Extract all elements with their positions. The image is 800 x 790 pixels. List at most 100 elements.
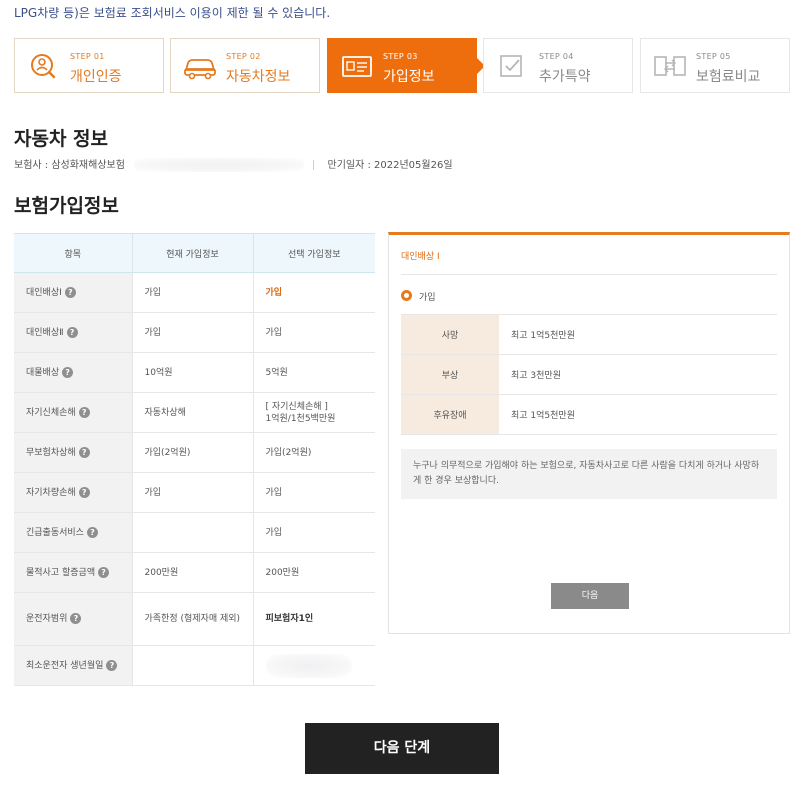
row-current: 200만원 [131,552,253,593]
table-row[interactable]: 자기신체손해? 자동차상해 [ 자기신체손해 ] 1억원/1천5백만원 [14,392,375,433]
detail-limits-table: 사망 최고 1억5천만원 부상 최고 3천만원 후유장애 최고 1억5천만원 [401,314,777,435]
join-radio[interactable] [401,290,412,301]
insurer-text: 보험사 : 삼성화재해상보험 [14,160,125,171]
step-1: STEP 01 개인인증 [14,38,164,93]
limit-value: 최고 1억5천만원 [499,314,777,355]
step-number: STEP 05 [696,52,731,61]
table-row: 후유장애 최고 1억5천만원 [401,394,777,435]
coverage-header-row: 항목 현재 가입정보 선택 가입정보 [14,233,375,273]
help-icon[interactable]: ? [62,366,74,378]
detail-next-button[interactable]: 다음 [551,583,629,609]
row-current: 자동차상해 [131,392,253,433]
table-row[interactable]: 최소운전자 생년월일? [14,645,375,686]
table-row: 부상 최고 3천만원 [401,354,777,395]
table-row[interactable]: 대인배상Ⅱ? 가입 가입 [14,312,375,353]
row-selected[interactable]: 가입 [252,512,375,553]
help-icon[interactable]: ? [98,566,110,578]
help-icon[interactable]: ? [86,526,98,538]
table-row[interactable]: 무보험차상해? 가입(2억원) 가입(2억원) [14,432,375,473]
step-number: STEP 01 [70,52,105,61]
row-selected[interactable]: 가입 [252,312,375,353]
limit-key: 사망 [401,314,499,355]
limit-value: 최고 1억5천만원 [499,394,777,435]
row-item: 최소운전자 생년월일? [14,645,132,686]
row-item: 자기차량손해? [14,472,132,513]
step-number: STEP 03 [383,52,418,61]
step-label: 보험료비교 [696,69,761,85]
expiry-text: 만기일자 : 2022년05월26일 [327,160,453,171]
row-selected[interactable]: 가입(2억원) [252,432,375,473]
service-notice: LPG차량 등)은 보험료 조회서비스 이용이 제한 될 수 있습니다. [14,6,331,20]
id-card-icon [342,56,372,77]
table-row[interactable]: 대물배상? 10억원 5억원 [14,352,375,393]
row-item: 운전자범위? [14,592,132,646]
row-item: 자기신체손해? [14,392,132,433]
header-current: 현재 가입정보 [131,233,253,273]
step-number: STEP 04 [539,52,574,61]
step-4: STEP 04 추가특약 [483,38,633,93]
join-radio-label[interactable]: 가입 [419,290,436,303]
row-current [131,512,253,553]
step-number: STEP 02 [226,52,261,61]
help-icon[interactable]: ? [106,659,118,671]
row-selected[interactable]: [ 자기신체손해 ] 1억원/1천5백만원 [252,392,375,433]
row-item: 대물배상? [14,352,132,393]
row-selected[interactable]: 가입 [252,472,375,513]
row-current: 10억원 [131,352,253,393]
table-row[interactable]: 대인배상Ⅰ? 가입 가입 [14,272,375,313]
row-current [131,645,253,686]
car-info-title: 자동차 정보 [14,128,109,150]
compare-icon [654,56,686,76]
header-selected: 선택 가입정보 [252,233,375,273]
step-label: 추가특약 [539,69,591,85]
step-5: STEP 05 보험료비교 [640,38,790,93]
help-icon[interactable]: ? [78,446,90,458]
row-item: 대인배상Ⅱ? [14,312,132,353]
next-step-button[interactable]: 다음 단계 [305,723,499,774]
step-3: STEP 03 가입정보 [327,38,485,93]
step-label: 가입정보 [383,69,435,85]
coverage-table: 항목 현재 가입정보 선택 가입정보 대인배상Ⅰ? 가입 가입 대인배상Ⅱ? 가… [14,233,375,686]
coverage-title: 보험가입정보 [14,195,119,217]
row-current: 가입(2억원) [131,432,253,473]
row-current: 가입 [131,312,253,353]
row-item: 무보험차상해? [14,432,132,473]
step-progress: STEP 01 개인인증 STEP 02 자동차정보 STEP 03 가입정보 … [14,38,790,93]
row-selected[interactable]: 피보험자1인 [252,592,375,646]
table-row[interactable]: 자기차량손해? 가입 가입 [14,472,375,513]
row-selected[interactable]: 5억원 [252,352,375,393]
limit-key: 부상 [401,354,499,395]
car-icon [184,59,216,80]
step-label: 개인인증 [70,69,122,85]
coverage-detail-panel: 대인배상 Ⅰ 가입 사망 최고 1억5천만원 부상 최고 3천만원 후유장애 최… [388,232,790,634]
header-item: 항목 [14,233,132,273]
detail-description: 누구나 의무적으로 가입해야 하는 보험으로, 자동차사고로 다른 사람을 다치… [401,449,777,499]
step-label: 자동차정보 [226,69,291,85]
limit-key: 후유장애 [401,394,499,435]
row-current: 가입 [131,272,253,313]
meta-divider [313,160,315,170]
help-icon[interactable]: ? [78,406,90,418]
row-selected[interactable]: 200만원 [252,552,375,593]
limit-value: 최고 3천만원 [499,354,777,395]
row-current: 가족한정 (형제자매 제외) [131,592,253,646]
table-row[interactable]: 물적사고 할증금액? 200만원 200만원 [14,552,375,593]
redacted-plate [134,158,305,172]
help-icon[interactable]: ? [66,326,78,338]
row-selected[interactable]: 가입 [252,272,375,313]
redacted-birthdate [265,653,352,678]
help-icon[interactable]: ? [78,486,90,498]
table-row[interactable]: 긴급출동서비스? 가입 [14,512,375,553]
help-icon[interactable]: ? [64,286,76,298]
row-item: 대인배상Ⅰ? [14,272,132,313]
checkbox-icon [500,55,522,77]
detail-title: 대인배상 Ⅰ [401,252,440,262]
row-selected[interactable] [252,645,375,686]
row-item: 긴급출동서비스? [14,512,132,553]
table-row: 사망 최고 1억5천만원 [401,314,777,355]
table-row[interactable]: 운전자범위? 가족한정 (형제자매 제외) 피보험자1인 [14,592,375,646]
row-item: 물적사고 할증금액? [14,552,132,593]
detail-divider [401,274,777,275]
step-2: STEP 02 자동차정보 [170,38,320,93]
help-icon[interactable]: ? [70,613,82,624]
